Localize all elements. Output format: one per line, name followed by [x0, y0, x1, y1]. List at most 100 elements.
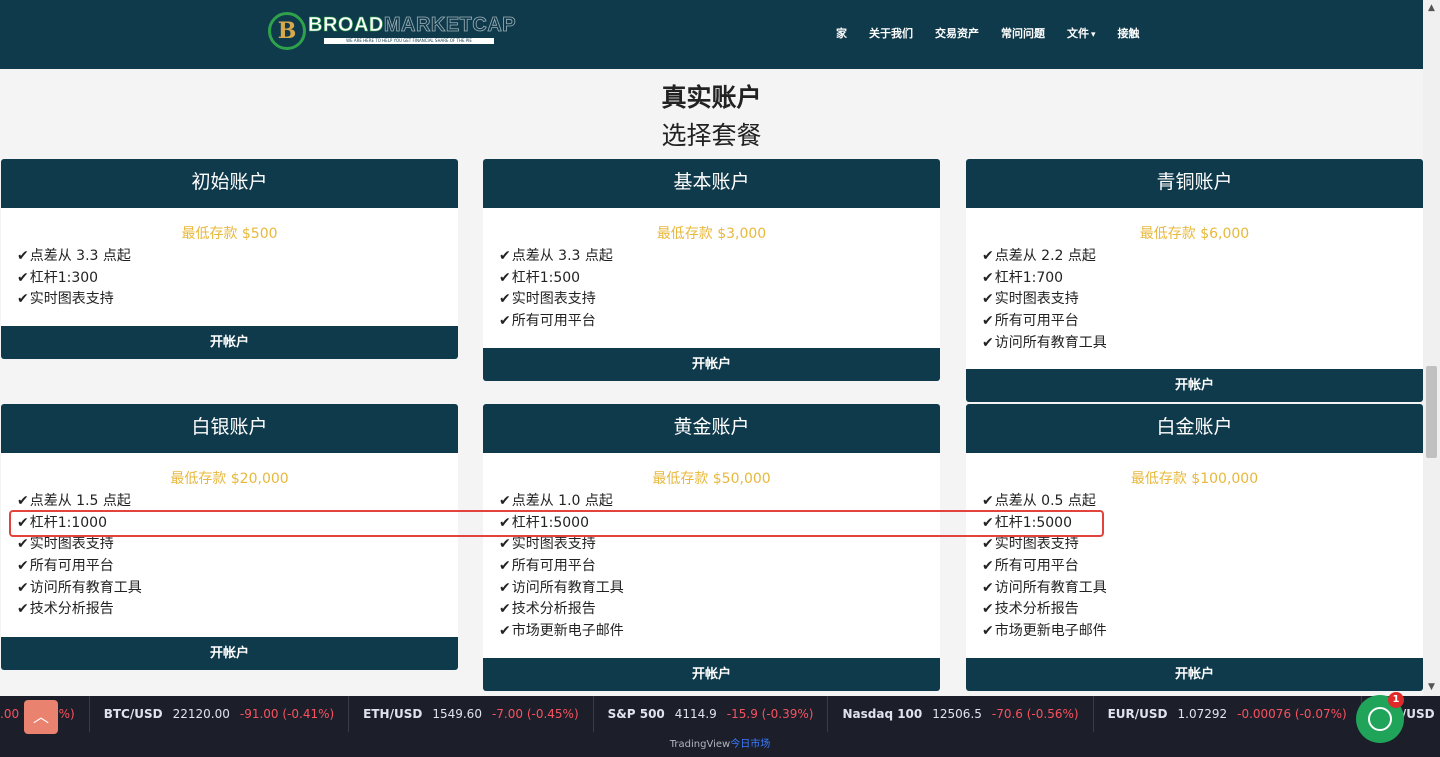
feature-item: ✔访问所有教育工具 — [982, 334, 1107, 351]
min-deposit: 最低存款 $100,000 — [1130, 471, 1259, 487]
check-icon: ✔ — [499, 601, 511, 618]
check-icon: ✔ — [982, 248, 994, 264]
plan-card-basic: 基本账户 最低存款 $3,000 ✔点差从 3.3 点起 ✔杠杆1:500 ✔实… — [483, 159, 940, 381]
feature-item: ✔访问所有教育工具 — [17, 579, 142, 596]
plan-name: 初始账户 — [1, 159, 458, 208]
plan-card-platinum: 白金账户 最低存款 $100,000 ✔点差从 0.5 点起 ✔杠杆1:5000… — [966, 404, 1423, 691]
check-icon: ✔ — [17, 291, 29, 308]
feature-item: ✔所有可用平台 — [17, 558, 114, 575]
open-account-button[interactable]: 开帐户 — [1, 637, 458, 670]
check-icon: ✔ — [982, 623, 994, 640]
nav-contact[interactable]: 接触 — [1118, 24, 1140, 44]
scroll-thumb[interactable] — [1426, 366, 1437, 458]
feature-item: ✔点差从 3.3 点起 — [499, 248, 613, 264]
check-icon: ✔ — [17, 579, 29, 596]
check-icon: ✔ — [499, 291, 511, 308]
site-header: B BROADMARKETCAP WE ARE HERE TO HELP YOU… — [0, 0, 1423, 69]
today-market-link[interactable]: 今日市场 — [730, 739, 770, 750]
page-title: 真实账户 — [661, 83, 762, 112]
plan-name: 青铜账户 — [966, 159, 1423, 208]
check-icon: ✔ — [982, 334, 994, 351]
feature-item: ✔市场更新电子邮件 — [499, 623, 624, 640]
min-deposit: 最低存款 $3,000 — [656, 226, 767, 242]
feature-item: ✔技术分析报告 — [982, 601, 1079, 618]
ticker-item[interactable]: BTC/USD 22120.00 -91.00 (-0.41%) — [90, 696, 350, 732]
ticker-item[interactable]: S&P 500 4114.9 -15.9 (-0.39%) — [594, 696, 829, 732]
site-logo[interactable]: B BROADMARKETCAP WE ARE HERE TO HELP YOU… — [268, 12, 517, 50]
nav-home[interactable]: 家 — [836, 24, 847, 44]
feature-item: ✔访问所有教育工具 — [982, 579, 1107, 596]
feature-item: ✔实时图表支持 — [17, 291, 114, 308]
tradingview-brand: TradingView — [669, 739, 731, 750]
feature-item: ✔实时图表支持 — [982, 536, 1079, 553]
open-account-button[interactable]: 开帐户 — [483, 348, 940, 381]
page-scrollbar[interactable]: ▲ ▼ — [1423, 0, 1440, 696]
leverage-highlight-box — [9, 510, 1104, 537]
tradingview-credit: TradingView今日市场 — [0, 732, 1440, 757]
page-subtitle: 选择套餐 — [661, 121, 762, 150]
feature-item: ✔技术分析报告 — [17, 601, 114, 618]
check-icon: ✔ — [17, 536, 29, 553]
feature-item: ✔实时图表支持 — [982, 291, 1079, 308]
back-to-top-button[interactable]: ︿ — [24, 700, 58, 734]
check-icon: ✔ — [982, 579, 994, 596]
scroll-up-icon[interactable]: ▲ — [1423, 0, 1440, 17]
chat-bubble-icon — [1368, 707, 1392, 731]
main-nav: 家 关于我们 交易资产 常问问题 文件 ▾ 接触 — [836, 24, 1162, 44]
nav-faq[interactable]: 常问问题 — [1001, 24, 1045, 44]
scroll-down-icon[interactable]: ▼ — [1423, 679, 1440, 696]
check-icon: ✔ — [17, 248, 29, 264]
plan-name: 白银账户 — [1, 404, 458, 453]
ticker-item[interactable]: ETH/USD 1549.60 -7.00 (-0.45%) — [349, 696, 594, 732]
check-icon: ✔ — [982, 536, 994, 553]
min-deposit: 最低存款 $6,000 — [1139, 226, 1250, 242]
chevron-down-icon: ▾ — [1091, 30, 1096, 40]
check-icon: ✔ — [982, 291, 994, 308]
plan-name: 白金账户 — [966, 404, 1423, 453]
open-account-button[interactable]: 开帐户 — [483, 658, 940, 691]
feature-item: ✔点差从 2.2 点起 — [982, 248, 1096, 264]
check-icon: ✔ — [982, 313, 994, 330]
check-icon: ✔ — [982, 601, 994, 618]
check-icon: ✔ — [499, 493, 511, 509]
feature-item: ✔所有可用平台 — [499, 313, 596, 330]
check-icon: ✔ — [499, 536, 511, 553]
check-icon: ✔ — [982, 269, 994, 286]
plan-card-gold: 黄金账户 最低存款 $50,000 ✔点差从 1.0 点起 ✔杠杆1:5000 … — [483, 404, 940, 691]
feature-item: ✔杠杆1:500 — [499, 269, 581, 286]
chevron-up-icon: ︿ — [32, 707, 49, 726]
feature-item: ✔所有可用平台 — [499, 558, 596, 575]
check-icon: ✔ — [499, 313, 511, 330]
plan-name: 黄金账户 — [483, 404, 940, 453]
check-icon: ✔ — [982, 558, 994, 575]
nav-documents[interactable]: 文件 ▾ — [1067, 24, 1096, 44]
logo-mark: B — [268, 12, 306, 50]
open-account-button[interactable]: 开帐户 — [1, 326, 458, 359]
market-ticker[interactable]: .00 (-0.07%) BTC/USD22120.00-91.00 (-0.4… — [0, 696, 1440, 732]
nav-about[interactable]: 关于我们 — [869, 24, 913, 44]
feature-item: ✔实时图表支持 — [499, 536, 596, 553]
ticker-item[interactable]: Nasdaq 100 12506.5 -70.6 (-0.56%) — [828, 696, 1094, 732]
feature-item: ✔实时图表支持 — [17, 536, 114, 553]
min-deposit: 最低存款 $50,000 — [652, 471, 771, 487]
check-icon: ✔ — [982, 493, 994, 509]
plan-card-silver: 白银账户 最低存款 $20,000 ✔点差从 1.5 点起 ✔杠杆1:1000 … — [1, 404, 458, 670]
min-deposit: 最低存款 $500 — [181, 226, 278, 242]
feature-item: ✔实时图表支持 — [499, 291, 596, 308]
check-icon: ✔ — [499, 558, 511, 575]
plan-card-starter: 初始账户 最低存款 $500 ✔点差从 3.3 点起 ✔杠杆1:300 ✔实时图… — [1, 159, 458, 359]
feature-item: ✔点差从 3.3 点起 — [17, 248, 131, 264]
logo-wordmark: BROADMARKETCAP — [308, 14, 517, 37]
open-account-button[interactable]: 开帐户 — [966, 369, 1423, 402]
logo-tagline: WE ARE HERE TO HELP YOU GET FINANCIAL SH… — [324, 38, 494, 44]
check-icon: ✔ — [17, 558, 29, 575]
ticker-item[interactable]: EUR/USD 1.07292 -0.00076 (-0.07%) — [1094, 696, 1362, 732]
feature-item: ✔访问所有教育工具 — [499, 579, 624, 596]
plan-card-bronze: 青铜账户 最低存款 $6,000 ✔点差从 2.2 点起 ✔杠杆1:700 ✔实… — [966, 159, 1423, 402]
feature-item: ✔技术分析报告 — [499, 601, 596, 618]
feature-item: ✔市场更新电子邮件 — [982, 623, 1107, 640]
open-account-button[interactable]: 开帐户 — [966, 658, 1423, 691]
check-icon: ✔ — [17, 269, 29, 286]
nav-trading-assets[interactable]: 交易资产 — [935, 24, 979, 44]
check-icon: ✔ — [499, 623, 511, 640]
